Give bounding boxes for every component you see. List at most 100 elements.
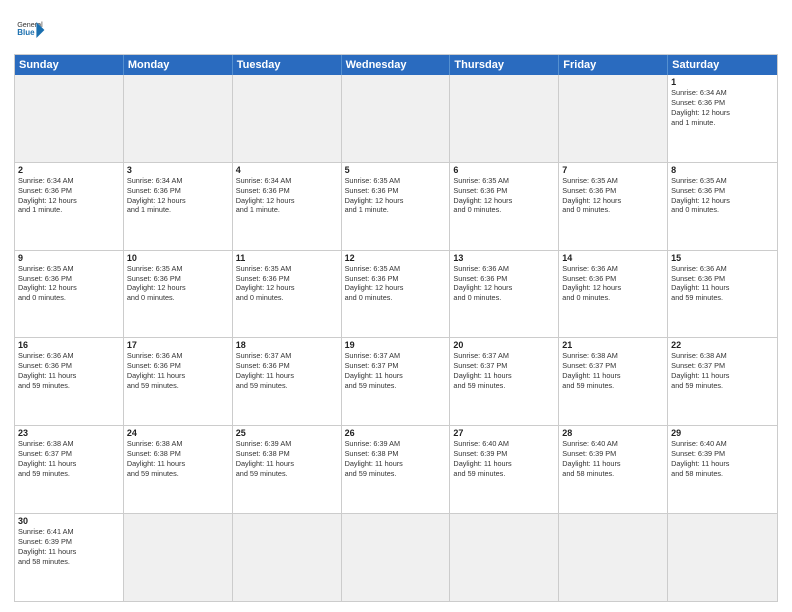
cell-info: Sunrise: 6:41 AM Sunset: 6:39 PM Dayligh… <box>18 527 120 566</box>
day-number: 2 <box>18 165 120 175</box>
day-number: 14 <box>562 253 664 263</box>
cell-info: Sunrise: 6:34 AM Sunset: 6:36 PM Dayligh… <box>236 176 338 215</box>
day-number: 9 <box>18 253 120 263</box>
weekday-header-saturday: Saturday <box>668 55 777 75</box>
day-number: 8 <box>671 165 774 175</box>
weekday-header-monday: Monday <box>124 55 233 75</box>
day-number: 4 <box>236 165 338 175</box>
calendar-cell: 13Sunrise: 6:36 AM Sunset: 6:36 PM Dayli… <box>450 251 559 338</box>
day-number: 22 <box>671 340 774 350</box>
calendar-cell: 6Sunrise: 6:35 AM Sunset: 6:36 PM Daylig… <box>450 163 559 250</box>
calendar-cell: 29Sunrise: 6:40 AM Sunset: 6:39 PM Dayli… <box>668 426 777 513</box>
cell-info: Sunrise: 6:36 AM Sunset: 6:36 PM Dayligh… <box>453 264 555 303</box>
calendar-row-0: 1Sunrise: 6:34 AM Sunset: 6:36 PM Daylig… <box>15 75 777 162</box>
cell-info: Sunrise: 6:37 AM Sunset: 6:37 PM Dayligh… <box>453 351 555 390</box>
day-number: 17 <box>127 340 229 350</box>
weekday-header-tuesday: Tuesday <box>233 55 342 75</box>
calendar-cell: 11Sunrise: 6:35 AM Sunset: 6:36 PM Dayli… <box>233 251 342 338</box>
cell-info: Sunrise: 6:35 AM Sunset: 6:36 PM Dayligh… <box>453 176 555 215</box>
calendar-cell: 5Sunrise: 6:35 AM Sunset: 6:36 PM Daylig… <box>342 163 451 250</box>
cell-info: Sunrise: 6:40 AM Sunset: 6:39 PM Dayligh… <box>453 439 555 478</box>
day-number: 25 <box>236 428 338 438</box>
calendar-cell: 21Sunrise: 6:38 AM Sunset: 6:37 PM Dayli… <box>559 338 668 425</box>
cell-info: Sunrise: 6:36 AM Sunset: 6:36 PM Dayligh… <box>18 351 120 390</box>
cell-info: Sunrise: 6:37 AM Sunset: 6:36 PM Dayligh… <box>236 351 338 390</box>
cell-info: Sunrise: 6:38 AM Sunset: 6:37 PM Dayligh… <box>562 351 664 390</box>
cell-info: Sunrise: 6:35 AM Sunset: 6:36 PM Dayligh… <box>345 176 447 215</box>
day-number: 15 <box>671 253 774 263</box>
cell-info: Sunrise: 6:35 AM Sunset: 6:36 PM Dayligh… <box>562 176 664 215</box>
cell-info: Sunrise: 6:40 AM Sunset: 6:39 PM Dayligh… <box>671 439 774 478</box>
svg-text:Blue: Blue <box>17 28 35 37</box>
cell-info: Sunrise: 6:38 AM Sunset: 6:37 PM Dayligh… <box>18 439 120 478</box>
calendar-cell: 2Sunrise: 6:34 AM Sunset: 6:36 PM Daylig… <box>15 163 124 250</box>
cell-info: Sunrise: 6:35 AM Sunset: 6:36 PM Dayligh… <box>236 264 338 303</box>
calendar-cell: 19Sunrise: 6:37 AM Sunset: 6:37 PM Dayli… <box>342 338 451 425</box>
calendar-cell: 9Sunrise: 6:35 AM Sunset: 6:36 PM Daylig… <box>15 251 124 338</box>
cell-info: Sunrise: 6:38 AM Sunset: 6:37 PM Dayligh… <box>671 351 774 390</box>
weekday-header-wednesday: Wednesday <box>342 55 451 75</box>
calendar-cell <box>233 514 342 601</box>
day-number: 29 <box>671 428 774 438</box>
calendar-row-1: 2Sunrise: 6:34 AM Sunset: 6:36 PM Daylig… <box>15 162 777 250</box>
calendar-cell <box>342 514 451 601</box>
calendar-cell: 27Sunrise: 6:40 AM Sunset: 6:39 PM Dayli… <box>450 426 559 513</box>
calendar-cell: 20Sunrise: 6:37 AM Sunset: 6:37 PM Dayli… <box>450 338 559 425</box>
calendar: SundayMondayTuesdayWednesdayThursdayFrid… <box>14 54 778 602</box>
day-number: 10 <box>127 253 229 263</box>
calendar-cell: 22Sunrise: 6:38 AM Sunset: 6:37 PM Dayli… <box>668 338 777 425</box>
cell-info: Sunrise: 6:37 AM Sunset: 6:37 PM Dayligh… <box>345 351 447 390</box>
calendar-cell: 28Sunrise: 6:40 AM Sunset: 6:39 PM Dayli… <box>559 426 668 513</box>
cell-info: Sunrise: 6:35 AM Sunset: 6:36 PM Dayligh… <box>345 264 447 303</box>
cell-info: Sunrise: 6:38 AM Sunset: 6:38 PM Dayligh… <box>127 439 229 478</box>
day-number: 20 <box>453 340 555 350</box>
cell-info: Sunrise: 6:34 AM Sunset: 6:36 PM Dayligh… <box>671 88 774 127</box>
cell-info: Sunrise: 6:35 AM Sunset: 6:36 PM Dayligh… <box>671 176 774 215</box>
calendar-cell: 7Sunrise: 6:35 AM Sunset: 6:36 PM Daylig… <box>559 163 668 250</box>
calendar-cell: 14Sunrise: 6:36 AM Sunset: 6:36 PM Dayli… <box>559 251 668 338</box>
calendar-cell <box>342 75 451 162</box>
calendar-cell: 10Sunrise: 6:35 AM Sunset: 6:36 PM Dayli… <box>124 251 233 338</box>
header: General Blue <box>14 10 778 46</box>
day-number: 3 <box>127 165 229 175</box>
calendar-cell: 30Sunrise: 6:41 AM Sunset: 6:39 PM Dayli… <box>15 514 124 601</box>
weekday-header-sunday: Sunday <box>15 55 124 75</box>
calendar-cell <box>559 75 668 162</box>
cell-info: Sunrise: 6:35 AM Sunset: 6:36 PM Dayligh… <box>18 264 120 303</box>
day-number: 16 <box>18 340 120 350</box>
calendar-cell: 16Sunrise: 6:36 AM Sunset: 6:36 PM Dayli… <box>15 338 124 425</box>
calendar-row-5: 30Sunrise: 6:41 AM Sunset: 6:39 PM Dayli… <box>15 513 777 601</box>
day-number: 28 <box>562 428 664 438</box>
calendar-body: 1Sunrise: 6:34 AM Sunset: 6:36 PM Daylig… <box>15 75 777 601</box>
calendar-cell <box>559 514 668 601</box>
calendar-cell: 1Sunrise: 6:34 AM Sunset: 6:36 PM Daylig… <box>668 75 777 162</box>
day-number: 23 <box>18 428 120 438</box>
day-number: 5 <box>345 165 447 175</box>
day-number: 12 <box>345 253 447 263</box>
calendar-cell <box>233 75 342 162</box>
calendar-cell: 25Sunrise: 6:39 AM Sunset: 6:38 PM Dayli… <box>233 426 342 513</box>
cell-info: Sunrise: 6:34 AM Sunset: 6:36 PM Dayligh… <box>127 176 229 215</box>
cell-info: Sunrise: 6:34 AM Sunset: 6:36 PM Dayligh… <box>18 176 120 215</box>
day-number: 30 <box>18 516 120 526</box>
cell-info: Sunrise: 6:35 AM Sunset: 6:36 PM Dayligh… <box>127 264 229 303</box>
calendar-cell: 15Sunrise: 6:36 AM Sunset: 6:36 PM Dayli… <box>668 251 777 338</box>
weekday-header-friday: Friday <box>559 55 668 75</box>
day-number: 24 <box>127 428 229 438</box>
day-number: 1 <box>671 77 774 87</box>
calendar-row-2: 9Sunrise: 6:35 AM Sunset: 6:36 PM Daylig… <box>15 250 777 338</box>
day-number: 11 <box>236 253 338 263</box>
cell-info: Sunrise: 6:39 AM Sunset: 6:38 PM Dayligh… <box>345 439 447 478</box>
calendar-cell <box>15 75 124 162</box>
calendar-cell <box>450 514 559 601</box>
day-number: 26 <box>345 428 447 438</box>
calendar-cell: 3Sunrise: 6:34 AM Sunset: 6:36 PM Daylig… <box>124 163 233 250</box>
day-number: 7 <box>562 165 664 175</box>
calendar-cell: 17Sunrise: 6:36 AM Sunset: 6:36 PM Dayli… <box>124 338 233 425</box>
day-number: 21 <box>562 340 664 350</box>
day-number: 27 <box>453 428 555 438</box>
day-number: 13 <box>453 253 555 263</box>
cell-info: Sunrise: 6:36 AM Sunset: 6:36 PM Dayligh… <box>562 264 664 303</box>
cell-info: Sunrise: 6:36 AM Sunset: 6:36 PM Dayligh… <box>127 351 229 390</box>
logo: General Blue <box>14 14 46 46</box>
